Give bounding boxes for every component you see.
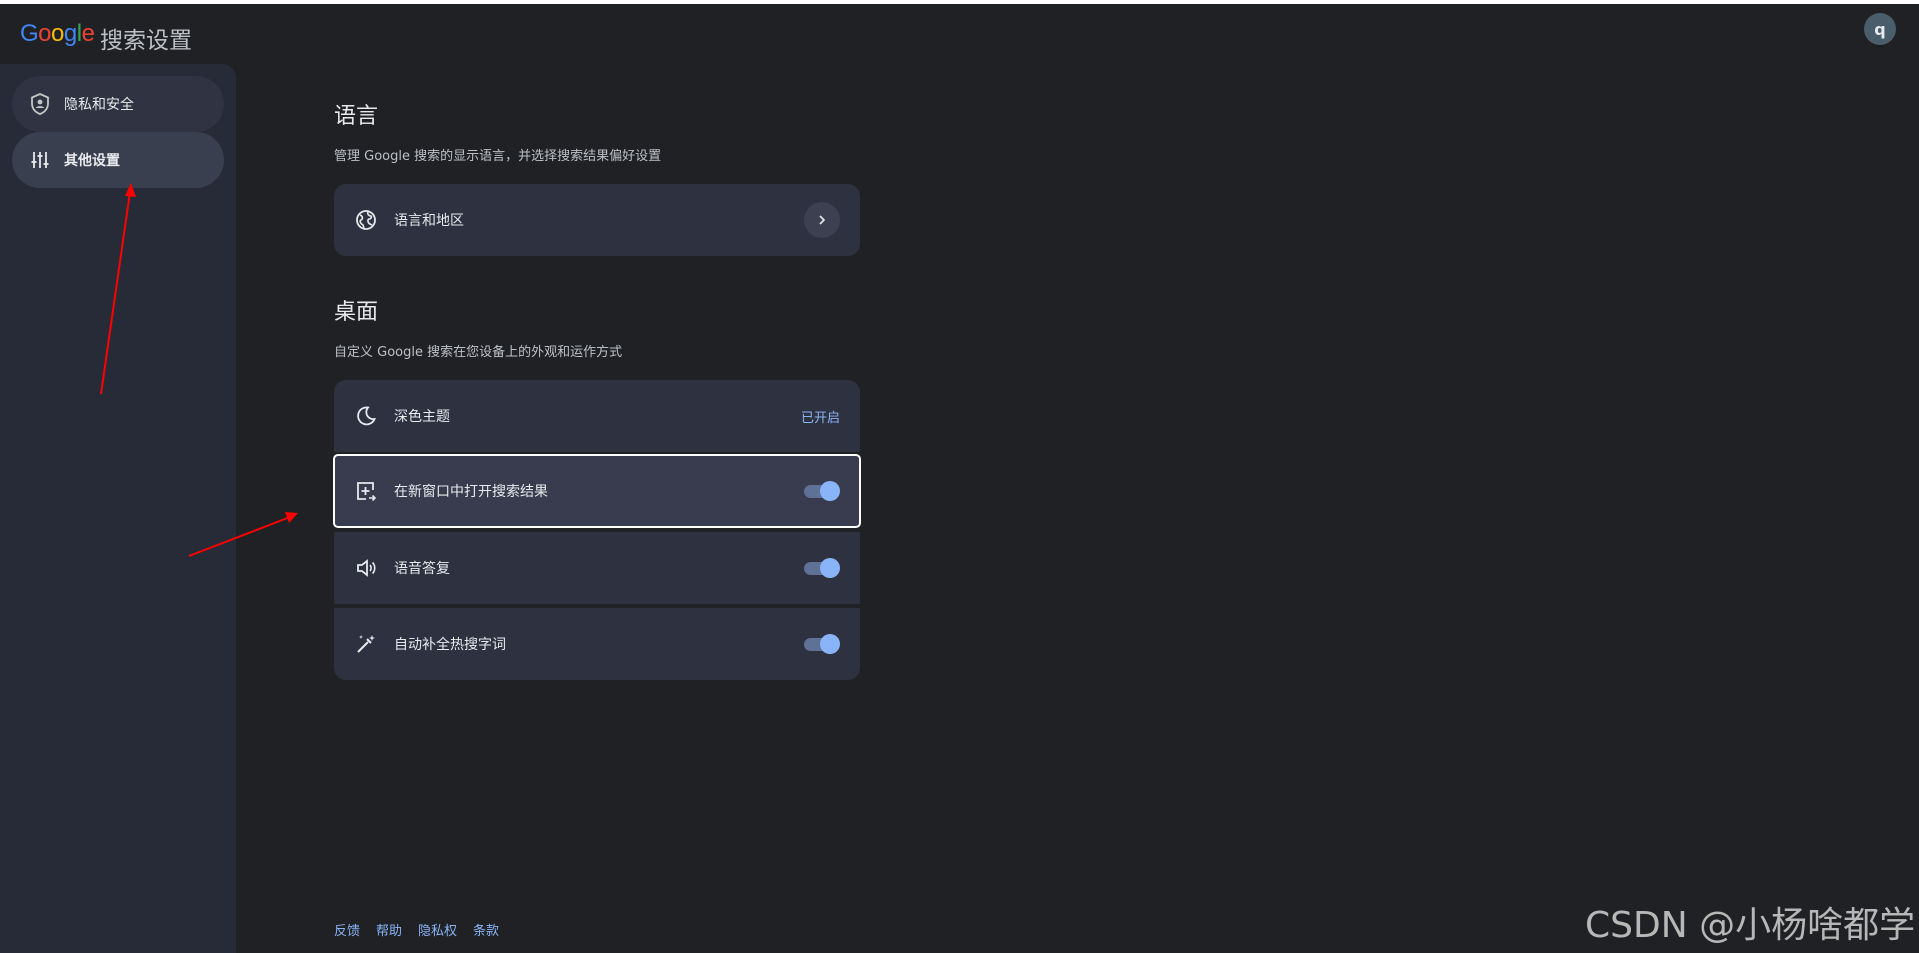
row-label: 深色主题 xyxy=(394,409,450,425)
shield-icon xyxy=(28,92,52,116)
chevron-right-icon[interactable] xyxy=(804,202,840,238)
logo-letter: g xyxy=(63,20,77,47)
magic-wand-icon xyxy=(354,632,378,656)
sidebar-item-label: 其他设置 xyxy=(64,153,120,169)
footer-link-terms[interactable]: 条款 xyxy=(473,920,499,939)
moon-icon xyxy=(354,404,378,428)
open-new-window-row[interactable]: 在新窗口中打开搜索结果 xyxy=(333,454,861,528)
logo-letter: G xyxy=(20,20,39,47)
sidebar-item-other-settings[interactable]: 其他设置 xyxy=(12,132,224,188)
logo-letter: o xyxy=(51,20,64,47)
row-label: 语音答复 xyxy=(394,561,450,577)
sidebar-item-label: 隐私和安全 xyxy=(64,97,134,113)
sidebar-item-privacy-security[interactable]: 隐私和安全 xyxy=(12,76,224,132)
section-title-desktop: 桌面 xyxy=(334,300,379,325)
logo-letter: o xyxy=(38,20,52,47)
toggle-switch[interactable] xyxy=(802,480,840,502)
toggle-switch[interactable] xyxy=(802,633,840,655)
section-title-language: 语言 xyxy=(334,104,379,129)
toggle-switch[interactable] xyxy=(802,557,840,579)
page-title: 搜索设置 xyxy=(100,28,192,54)
section-description-desktop: 自定义 Google 搜索在您设备上的外观和运作方式 xyxy=(334,345,623,360)
speaker-icon xyxy=(354,556,378,580)
section-description-language: 管理 Google 搜索的显示语言，并选择搜索结果偏好设置 xyxy=(334,149,662,164)
google-logo[interactable]: Google xyxy=(20,20,95,48)
annotation-arrows xyxy=(100,183,298,557)
annotation-arrowhead-2 xyxy=(285,512,298,523)
open-in-new-window-icon xyxy=(354,479,378,503)
footer-links: 反馈 帮助 隐私权 条款 xyxy=(334,920,499,939)
header: Google 搜索设置 q xyxy=(0,4,1919,64)
dark-theme-row[interactable]: 深色主题 已开启 xyxy=(334,380,860,452)
sidebar: 隐私和安全 其他设置 xyxy=(0,64,236,953)
language-region-row[interactable]: 语言和地区 xyxy=(334,184,860,256)
watermark: CSDN @小杨啥都学 xyxy=(1585,905,1916,946)
voice-answer-row[interactable]: 语音答复 xyxy=(334,532,860,604)
footer-link-privacy[interactable]: 隐私权 xyxy=(418,920,457,939)
row-label: 在新窗口中打开搜索结果 xyxy=(394,484,548,500)
logo-letter: e xyxy=(81,20,95,47)
autocomplete-trending-row[interactable]: 自动补全热搜字词 xyxy=(334,608,860,680)
sliders-icon xyxy=(28,148,52,172)
footer-link-help[interactable]: 帮助 xyxy=(376,920,402,939)
avatar[interactable]: q xyxy=(1864,13,1896,45)
row-label: 语言和地区 xyxy=(394,213,464,229)
status-text: 已开启 xyxy=(800,410,840,426)
row-label: 自动补全热搜字词 xyxy=(394,637,506,653)
footer-link-feedback[interactable]: 反馈 xyxy=(334,920,360,939)
globe-icon xyxy=(354,208,378,232)
